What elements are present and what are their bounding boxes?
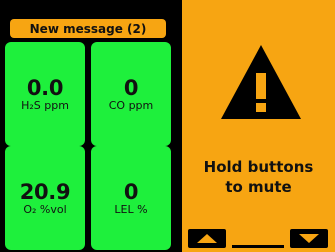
readings-panel: New message (2) 0.0 H₂S ppm 0 CO ppm 20.…: [0, 0, 182, 252]
reading-value: 0: [123, 179, 139, 204]
reading-unit: LEL %: [114, 202, 148, 216]
reading-value: 0: [123, 75, 139, 100]
reading-unit: O₂ %vol: [23, 202, 67, 216]
reading-tile-o2: 20.9 O₂ %vol: [5, 146, 85, 250]
triangle-down-icon: [299, 234, 319, 243]
new-message-banner[interactable]: New message (2): [10, 19, 166, 38]
mute-instruction: Hold buttons to mute: [182, 157, 335, 197]
reading-tile-co: 0 CO ppm: [91, 42, 171, 146]
triangle-up-icon: [197, 234, 217, 243]
softkey-down-button[interactable]: [290, 229, 328, 248]
reading-tile-h2s: 0.0 H₂S ppm: [5, 42, 85, 146]
reading-unit: CO ppm: [108, 98, 154, 112]
softkey-divider: [232, 245, 284, 248]
alert-panel: Hold buttons to mute: [182, 0, 335, 252]
mute-instruction-line2: to mute: [225, 178, 292, 196]
gas-detector-screen: New message (2) 0.0 H₂S ppm 0 CO ppm 20.…: [0, 0, 335, 252]
mute-instruction-line1: Hold buttons: [203, 158, 314, 176]
new-message-label: New message (2): [29, 21, 147, 36]
reading-unit: H₂S ppm: [21, 98, 69, 112]
reading-tile-lel: 0 LEL %: [91, 146, 171, 250]
reading-value: 0.0: [26, 75, 64, 100]
warning-triangle-icon: [221, 45, 301, 119]
softkey-up-button[interactable]: [188, 229, 226, 248]
reading-value: 20.9: [19, 179, 71, 204]
